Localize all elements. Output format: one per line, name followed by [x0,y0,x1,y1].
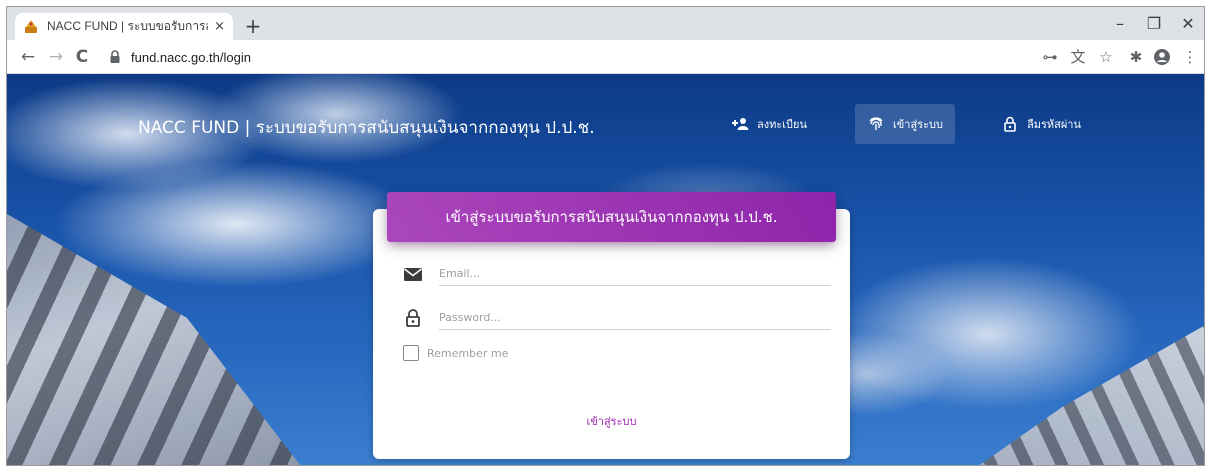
remember-me-label: Remember me [427,346,509,360]
nav-register-label: ลงทะเบียน [757,118,807,131]
password-key-icon[interactable]: ⊶ [1037,44,1063,70]
secure-lock-icon [110,50,120,63]
fingerprint-icon [869,117,883,130]
browser-toolbar: ← → C fund.nacc.go.th/login ⊶ ⽂ ☆ ✱ ⋮ [7,40,1204,74]
password-input[interactable] [439,305,831,330]
add-user-icon [732,118,749,130]
background-building-left [7,214,307,465]
tab-close-icon[interactable]: × [214,19,225,34]
browser-menu-icon[interactable]: ⋮ [1177,44,1203,70]
reload-button[interactable]: C [69,44,95,70]
translate-icon[interactable]: ⽂ [1065,44,1091,70]
address-bar[interactable]: fund.nacc.go.th/login [99,44,1059,70]
nav-login-link[interactable]: เข้าสู่ระบบ [855,104,955,144]
remember-me[interactable]: Remember me [403,345,508,361]
close-window-button[interactable]: ✕ [1165,11,1204,37]
remember-me-checkbox[interactable] [403,345,419,361]
back-button[interactable]: ← [15,44,41,70]
site-brand[interactable]: NACC FUND | ระบบขอรับการสนับสนุนเงินจากก… [138,114,595,141]
extensions-icon[interactable]: ✱ [1123,44,1149,70]
login-submit-button[interactable]: เข้าสู่ระบบ [373,411,850,431]
email-field-group [403,261,833,287]
padlock-icon [406,309,420,327]
profile-avatar-icon[interactable] [1153,48,1171,66]
login-card: Remember me เข้าสู่ระบบ [373,209,850,459]
email-input[interactable] [439,261,831,286]
url-text: fund.nacc.go.th/login [131,49,251,65]
page-content: NACC FUND | ระบบขอรับการสนับสนุนเงินจากก… [7,74,1204,465]
browser-window: NACC FUND | ระบบขอรับการสนับสนุนเงินจากก… [6,6,1205,466]
nav-register-link[interactable]: ลงทะเบียน [719,104,819,144]
nav-login-label: เข้าสู่ระบบ [893,118,943,131]
background-building-right [967,324,1204,465]
bookmark-star-icon[interactable]: ☆ [1093,44,1119,70]
site-favicon-icon [25,19,37,33]
lock-icon [1004,116,1016,132]
login-card-title: เข้าสู่ระบบขอรับการสนับสนุนเงินจากกองทุน… [387,192,836,242]
tab-title: NACC FUND | ระบบขอรับการสนับสนุนเงินจากก… [47,19,208,33]
new-tab-button[interactable]: + [241,14,265,38]
nav-forgot-password-link[interactable]: ลืมรหัสผ่าน [989,104,1093,144]
browser-tab[interactable]: NACC FUND | ระบบขอรับการสนับสนุนเงินจากก… [15,13,233,40]
envelope-icon [404,268,422,281]
nav-forgot-password-label: ลืมรหัสผ่าน [1027,118,1082,131]
forward-button[interactable]: → [43,44,69,70]
password-field-group [403,305,833,331]
tab-strip: NACC FUND | ระบบขอรับการสนับสนุนเงินจากก… [7,7,1204,40]
